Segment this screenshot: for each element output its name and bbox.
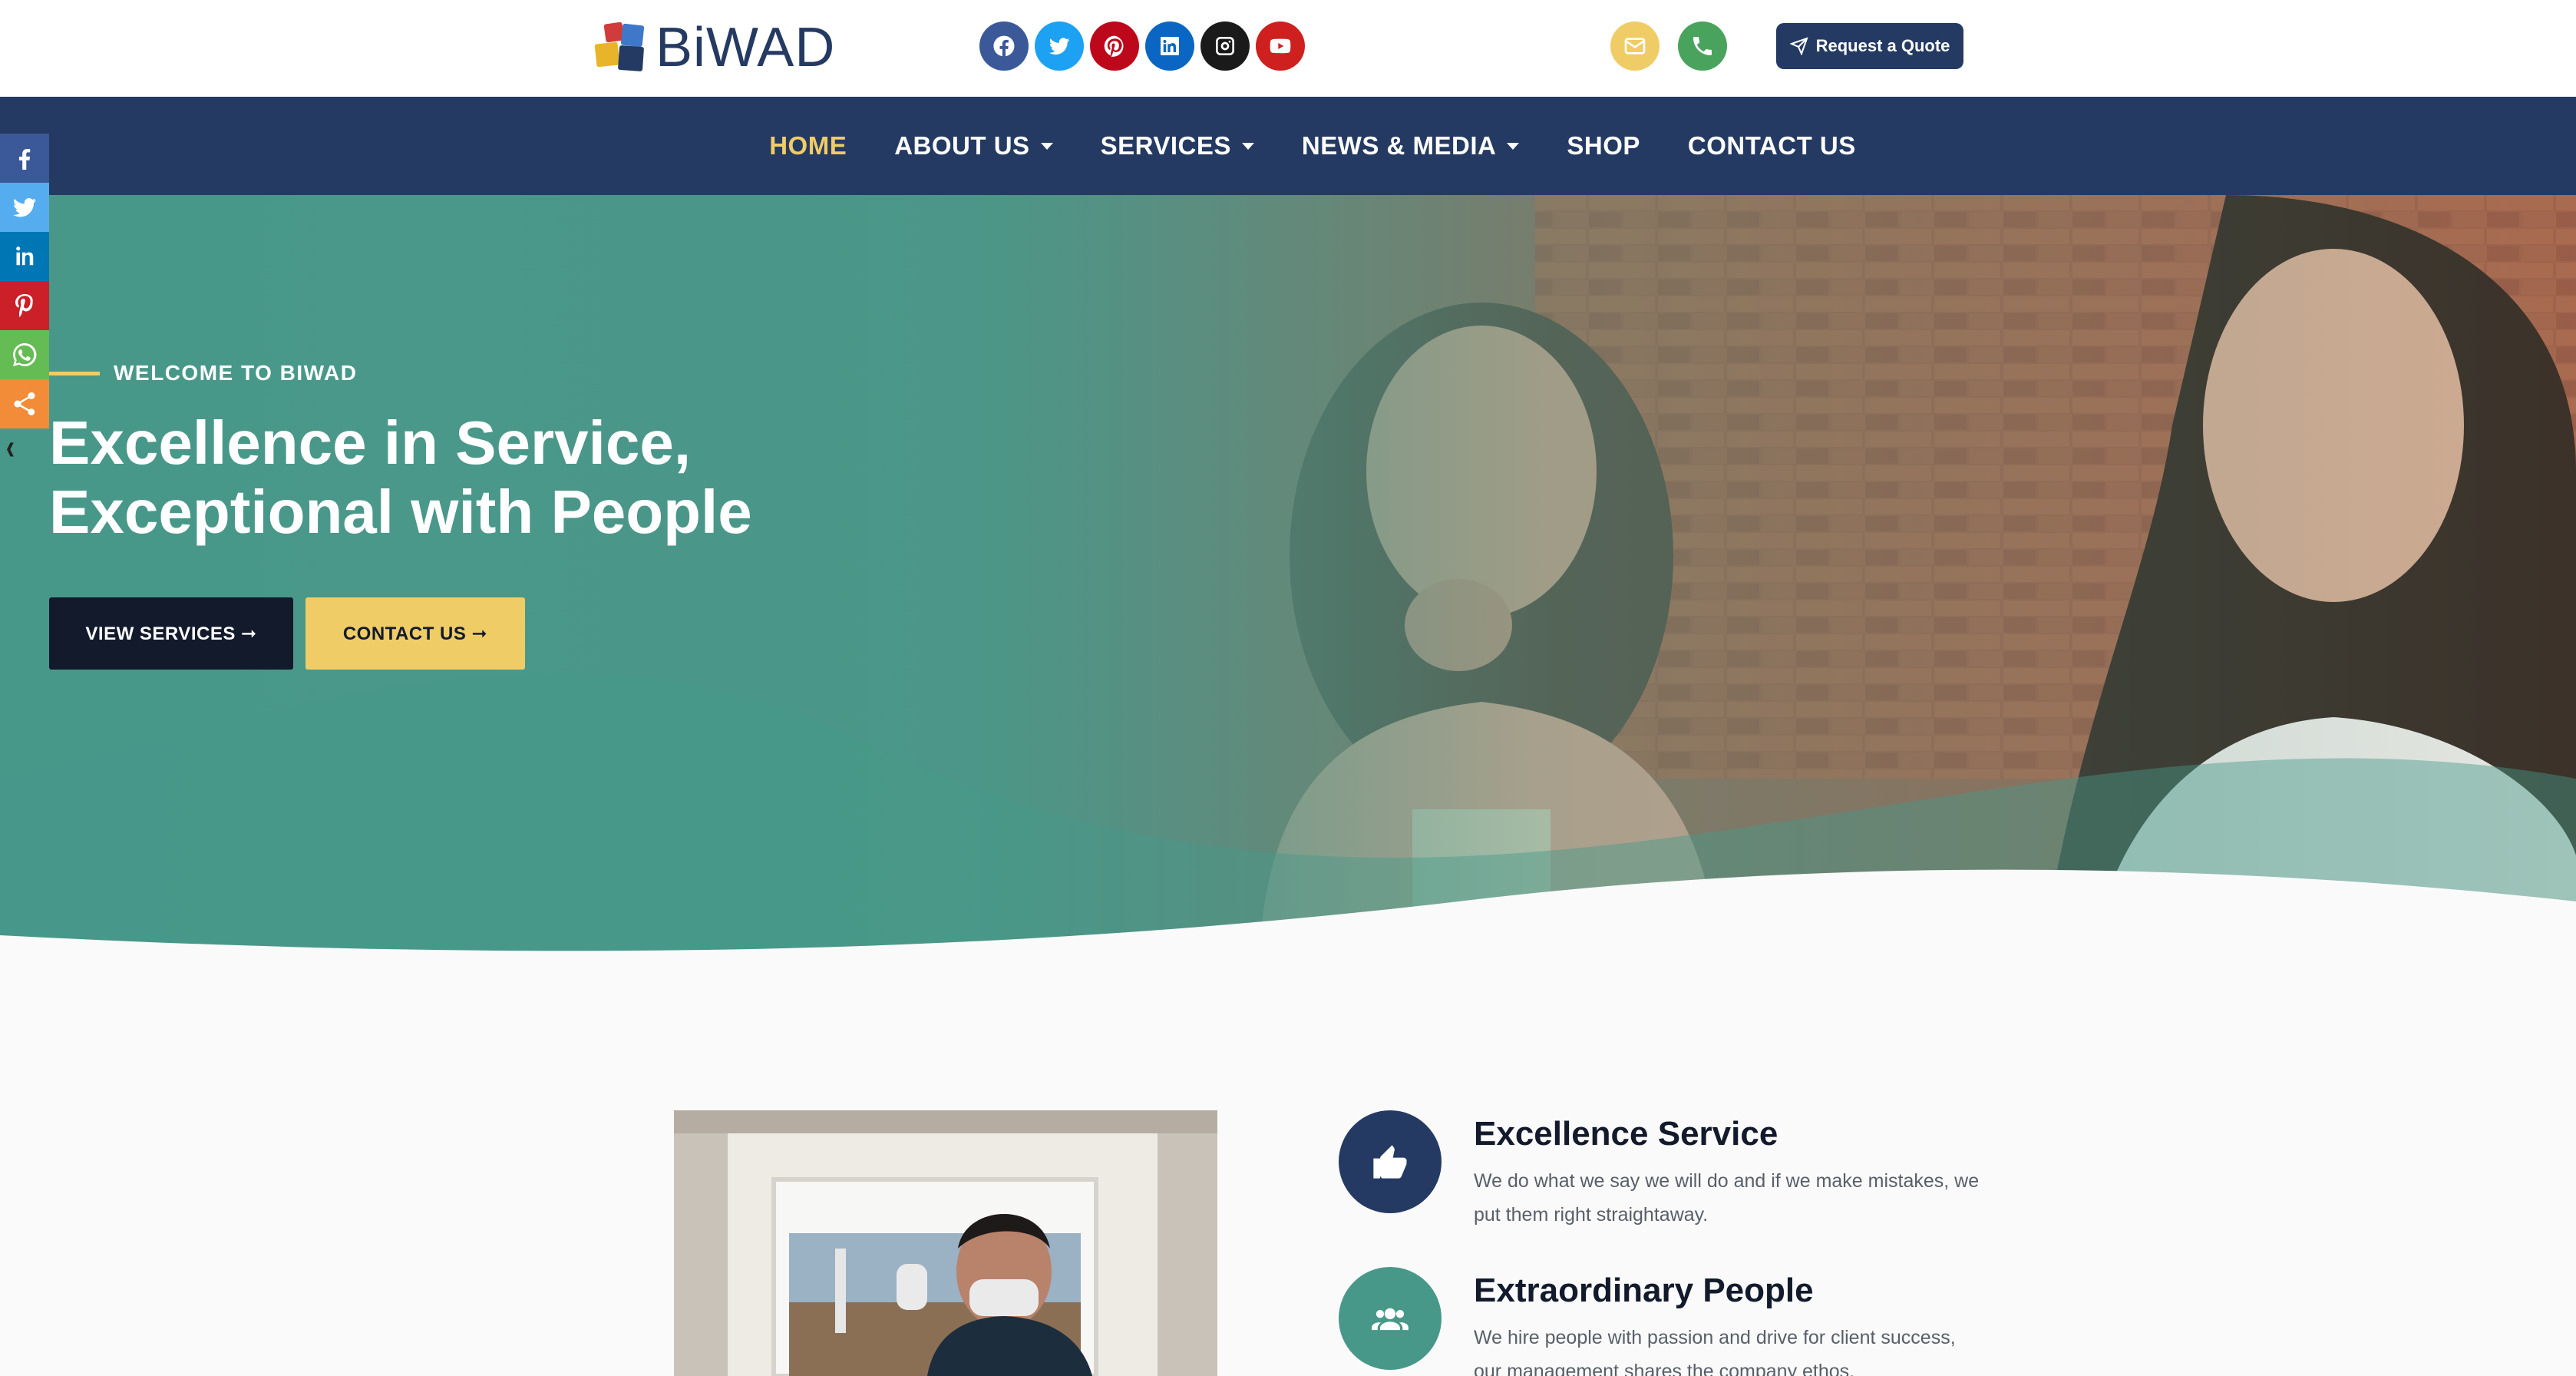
header-social-links — [979, 22, 1305, 71]
hero-section: WELCOME TO BIWAD Excellence in Service, … — [0, 195, 2576, 963]
site-logo[interactable]: BiWAD — [591, 15, 835, 80]
features-section — [0, 963, 2576, 1376]
share-whatsapp-icon[interactable] — [0, 330, 49, 379]
hero-eyebrow: WELCOME TO BIWAD — [49, 361, 817, 385]
nav-item-services[interactable]: SERVICES — [1077, 131, 1278, 160]
nav-item-shop[interactable]: SHOP — [1543, 131, 1664, 160]
share-pinterest-icon[interactable] — [0, 281, 49, 330]
feature-title: Extraordinary People — [1474, 1272, 1814, 1309]
pinterest-icon[interactable] — [1090, 22, 1139, 71]
hero-headline-line-1: Excellence in Service, — [49, 408, 692, 477]
hero-headline-line-2: Exceptional with People — [49, 478, 752, 546]
nav-item-label: ABOUT US — [894, 131, 1030, 160]
nav-item-label: NEWS & MEDIA — [1301, 131, 1497, 160]
feature-description: We do what we say we will do and if we m… — [1474, 1170, 1980, 1226]
facebook-icon[interactable] — [979, 22, 1029, 71]
caret-down-icon — [1507, 142, 1520, 150]
share-twitter-icon[interactable] — [0, 183, 49, 232]
instagram-icon[interactable] — [1200, 22, 1250, 71]
hero-text-block: WELCOME TO BIWAD Excellence in Service, … — [49, 361, 817, 547]
logo-text: BiWAD — [656, 17, 836, 78]
floating-share-bar — [0, 134, 49, 428]
envelope-icon[interactable] — [1610, 22, 1660, 71]
contact-us-button[interactable]: CONTACT US ➞ — [305, 597, 525, 670]
collapse-share-bar-icon[interactable]: ❰ — [5, 441, 16, 457]
paper-plane-icon — [1789, 37, 1808, 55]
logo-mark-icon — [591, 18, 649, 77]
cleaner-window-photo — [674, 1110, 1217, 1376]
request-quote-button[interactable]: Request a Quote — [1776, 23, 1963, 69]
hero-buttons: VIEW SERVICES ➞ CONTACT US ➞ — [49, 597, 525, 670]
feature-title: Excellence Service — [1474, 1115, 1778, 1153]
main-nav: HOME ABOUT US SERVICES NEWS & MEDIA SHOP… — [745, 131, 1880, 160]
nav-item-label: CONTACT US — [1687, 131, 1856, 160]
nav-item-label: SERVICES — [1100, 131, 1231, 160]
feature-extraordinary-people: Extraordinary People We hire people with… — [1339, 1267, 2106, 1376]
share-linkedin-icon[interactable] — [0, 232, 49, 281]
linkedin-icon[interactable] — [1145, 22, 1194, 71]
eyebrow-accent-line — [49, 371, 100, 375]
nav-item-label: SHOP — [1567, 131, 1640, 160]
hero-headline: Excellence in Service, Exceptional with … — [49, 408, 817, 547]
hero-background-photo — [0, 195, 2576, 963]
nav-item-news-media[interactable]: NEWS & MEDIA — [1278, 131, 1544, 160]
request-quote-label: Request a Quote — [1815, 36, 1950, 55]
caret-down-icon — [1241, 142, 1254, 150]
phone-icon[interactable] — [1678, 22, 1727, 71]
main-nav-bar: HOME ABOUT US SERVICES NEWS & MEDIA SHOP… — [0, 97, 2576, 195]
share-more-icon[interactable] — [0, 379, 49, 428]
header-contact-icons — [1610, 22, 1727, 71]
page: BiWAD Request a Quote HOME ABOUT US SERV… — [0, 0, 2576, 1376]
users-icon — [1339, 1267, 1442, 1370]
feature-description: We hire people with passion and drive fo… — [1474, 1327, 1956, 1376]
thumbs-up-icon — [1339, 1110, 1442, 1213]
nav-item-about-us[interactable]: ABOUT US — [870, 131, 1076, 160]
share-facebook-icon[interactable] — [0, 134, 49, 183]
feature-excellence-service: Excellence Service We do what we say we … — [1339, 1110, 2106, 1226]
top-bar: BiWAD Request a Quote — [0, 0, 2576, 97]
nav-item-label: HOME — [769, 131, 847, 160]
view-services-button[interactable]: VIEW SERVICES ➞ — [49, 597, 293, 670]
caret-down-icon — [1040, 142, 1053, 150]
nav-item-home[interactable]: HOME — [745, 131, 870, 160]
youtube-icon[interactable] — [1256, 22, 1305, 71]
hero-eyebrow-text: WELCOME TO BIWAD — [114, 361, 358, 385]
twitter-icon[interactable] — [1035, 22, 1084, 71]
nav-item-contact-us[interactable]: CONTACT US — [1664, 131, 1880, 160]
